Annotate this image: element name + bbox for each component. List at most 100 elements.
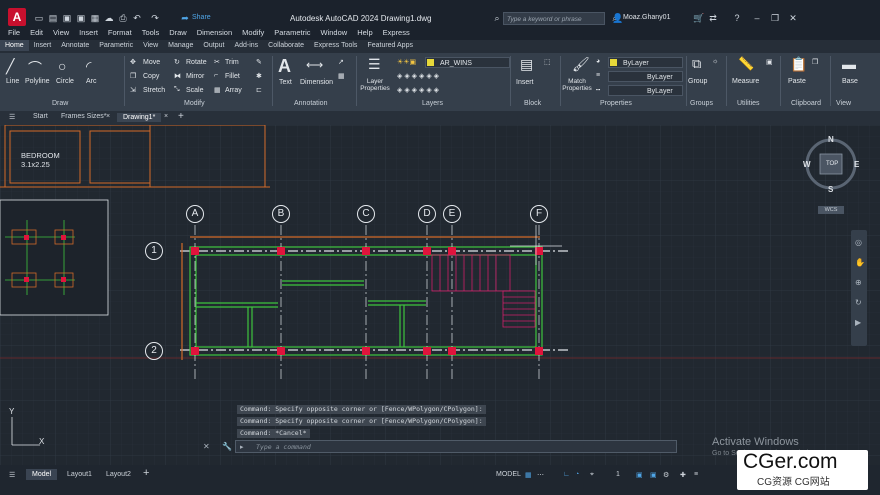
mirror-icon[interactable]: ⧓ — [174, 72, 181, 80]
share-icon[interactable]: ➦ — [180, 13, 190, 23]
model-space-toggle[interactable]: MODEL — [496, 471, 521, 478]
print-icon[interactable]: ⎙ — [118, 13, 128, 23]
leader-icon[interactable]: ↗ — [338, 58, 344, 66]
group-button[interactable]: Group — [688, 78, 707, 85]
orbit-icon[interactable]: ↻ — [855, 298, 862, 307]
text-button[interactable]: Text — [279, 79, 292, 86]
tab-manage[interactable]: Manage — [163, 40, 198, 51]
new-tab-icon[interactable]: + — [178, 111, 184, 122]
open-file-icon[interactable]: ▤ — [48, 13, 58, 23]
cart-icon[interactable]: 🛒 — [693, 13, 704, 23]
tab-output[interactable]: Output — [198, 40, 229, 51]
grid-toggle-icon[interactable]: ▦ — [525, 471, 532, 479]
zoom-icon[interactable]: ⊕ — [855, 278, 862, 287]
command-close-icon[interactable]: ✕ — [203, 442, 210, 451]
tab-view[interactable]: View — [138, 40, 163, 51]
block-tools-icon[interactable]: ⬚ — [544, 58, 551, 66]
table-icon[interactable]: ▦ — [338, 72, 345, 80]
match-properties-button[interactable]: Match Properties — [561, 78, 593, 92]
stretch-button[interactable]: Stretch — [143, 87, 165, 94]
base-button[interactable]: Base — [842, 78, 858, 85]
share-button[interactable]: Share — [192, 14, 211, 21]
menu-edit[interactable]: Edit — [30, 28, 43, 37]
polyline-button[interactable]: Polyline — [25, 78, 50, 85]
utility-tools-icon[interactable]: ▣ — [766, 58, 773, 66]
copy-button[interactable]: Copy — [143, 73, 159, 80]
scale-button[interactable]: Scale — [186, 87, 204, 94]
layer-dropdown[interactable]: AR_WINS — [425, 57, 510, 68]
search-input[interactable]: Type a keyword or phrase — [503, 12, 605, 25]
circle-button[interactable]: Circle — [56, 78, 74, 85]
menu-parametric[interactable]: Parametric — [274, 28, 310, 37]
help-icon[interactable]: ? — [732, 13, 742, 23]
tab-close-icon[interactable]: × — [164, 113, 168, 120]
layer-state-icon[interactable]: ☀☀▣ — [397, 58, 416, 66]
menu-format[interactable]: Format — [108, 28, 132, 37]
menu-help[interactable]: Help — [357, 28, 372, 37]
dimension-button[interactable]: Dimension — [300, 79, 333, 86]
tab-express-tools[interactable]: Express Tools — [309, 40, 362, 51]
measure-icon[interactable]: 📏 — [738, 56, 754, 72]
save-icon[interactable]: ▣ — [62, 13, 72, 23]
menu-file[interactable]: File — [8, 28, 20, 37]
viewcube-top[interactable]: TOP — [826, 161, 838, 167]
cloud-icon[interactable]: ☁ — [104, 13, 114, 23]
stretch-icon[interactable]: ⇲ — [130, 86, 136, 94]
modify-panel-title[interactable]: Modify — [184, 100, 205, 107]
insert-block-icon[interactable]: ▤ — [520, 56, 533, 73]
annotation-panel-title[interactable]: Annotation — [294, 100, 327, 107]
group-icon[interactable]: ⧉ — [692, 56, 701, 72]
mirror-button[interactable]: Mirror — [186, 73, 204, 80]
tab-start[interactable]: Start — [33, 113, 48, 120]
trim-icon[interactable]: ✂ — [214, 58, 220, 66]
block-panel-title[interactable]: Block — [524, 100, 541, 107]
layer-tools-row2-icon[interactable]: ◈ ◈ ◈ ◈ ◈ ◈ — [397, 86, 439, 94]
paste-button[interactable]: Paste — [788, 78, 806, 85]
draw-panel-title[interactable]: Draw — [52, 100, 68, 107]
osnap-toggle-icon[interactable]: ▣ — [636, 471, 643, 479]
command-customize-icon[interactable]: 🔧 — [222, 442, 232, 451]
save-as-icon[interactable]: ▣ — [76, 13, 86, 23]
tab-collaborate[interactable]: Collaborate — [263, 40, 309, 51]
layout-menu-icon[interactable]: ☰ — [9, 471, 15, 479]
insert-button[interactable]: Insert — [516, 79, 534, 86]
layer-tools-row1-icon[interactable]: ◈ ◈ ◈ ◈ ◈ ◈ — [397, 72, 439, 80]
ortho-toggle-icon[interactable]: ∟ — [563, 471, 570, 478]
tab-close-icon[interactable]: × — [106, 113, 110, 120]
offset-icon[interactable]: ⊏ — [256, 86, 262, 94]
line-icon[interactable]: ╱ — [6, 58, 14, 75]
lineweight-dropdown[interactable]: ByLayer — [608, 71, 683, 82]
new-file-icon[interactable]: ▭ — [34, 13, 44, 23]
copy-icon[interactable]: ❐ — [130, 72, 136, 80]
explode-icon[interactable]: ✱ — [256, 72, 262, 80]
trim-button[interactable]: Trim — [225, 59, 239, 66]
showmotion-icon[interactable]: ▶ — [855, 318, 861, 327]
clipboard-panel-title[interactable]: Clipboard — [791, 100, 821, 107]
menu-express[interactable]: Express — [383, 28, 410, 37]
tab-home[interactable]: Home — [0, 40, 29, 51]
rotate-button[interactable]: Rotate — [186, 59, 207, 66]
linetype-dropdown[interactable]: ByLayer — [608, 85, 683, 96]
match-properties-icon[interactable]: 🖌 — [572, 56, 590, 73]
line-button[interactable]: Line — [6, 78, 19, 85]
customization-icon[interactable]: ≡ — [694, 471, 698, 478]
groups-panel-title[interactable]: Groups — [690, 100, 713, 107]
view-panel-title[interactable]: View — [836, 100, 851, 107]
layers-panel-title[interactable]: Layers — [422, 100, 443, 107]
base-view-icon[interactable]: ▬ — [842, 56, 856, 72]
menu-insert[interactable]: Insert — [79, 28, 98, 37]
add-layout-icon[interactable]: + — [143, 467, 149, 479]
autocad-logo-icon[interactable]: A — [8, 8, 26, 26]
3dosnap-toggle-icon[interactable]: ▣ — [650, 471, 657, 479]
snap-toggle-icon[interactable]: ⋯ — [537, 471, 544, 479]
pan-icon[interactable]: ✋ — [855, 258, 865, 267]
copy-clip-icon[interactable]: ❐ — [812, 58, 818, 66]
move-button[interactable]: Move — [143, 59, 160, 66]
menu-view[interactable]: View — [53, 28, 69, 37]
tab-frames-sizes[interactable]: Frames Sizes* — [61, 113, 107, 120]
move-icon[interactable]: ✥ — [130, 58, 136, 66]
menu-hamburger-icon[interactable]: ☰ — [9, 113, 15, 121]
exchange-icon[interactable]: ⇄ — [708, 13, 718, 23]
dimension-icon[interactable]: ⟷ — [306, 58, 323, 72]
restore-icon[interactable]: ❐ — [770, 13, 780, 23]
